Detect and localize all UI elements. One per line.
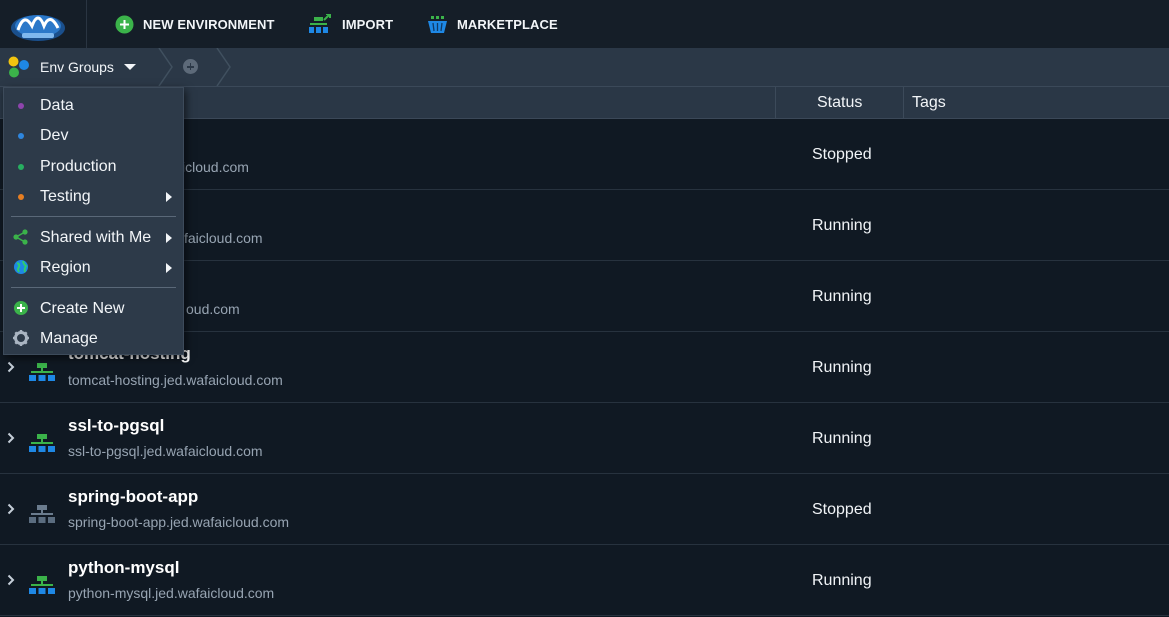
plus-circle-icon xyxy=(115,15,134,33)
cloud-logo-icon[interactable] xyxy=(8,4,68,44)
menu-item-data[interactable]: Data xyxy=(4,91,183,119)
env-groups-label: Env Groups xyxy=(40,59,114,75)
menu-divider xyxy=(11,216,176,217)
menu-item-manage[interactable]: Manage xyxy=(4,324,183,352)
environment-topology-icon xyxy=(29,434,55,452)
environment-status: Running xyxy=(812,359,872,376)
column-divider xyxy=(775,87,776,118)
plus-circle-icon xyxy=(14,301,28,315)
menu-item-label: Region xyxy=(40,259,91,276)
menu-item-label: Data xyxy=(40,97,74,114)
environment-name[interactable]: ssl-to-pgsql xyxy=(68,416,164,436)
menu-item-label: Production xyxy=(40,158,117,175)
env-groups-breadcrumb: Env Groups xyxy=(0,48,1169,87)
menu-item-label: Manage xyxy=(40,330,98,347)
marketplace-button[interactable]: MARKETPLACE xyxy=(427,14,558,34)
menu-item-testing[interactable]: Testing xyxy=(4,182,183,210)
caret-down-icon xyxy=(123,64,136,70)
submenu-arrow-icon xyxy=(166,192,172,202)
environment-topology-icon xyxy=(29,576,55,594)
share-icon xyxy=(13,229,28,245)
expand-chevron-icon[interactable] xyxy=(7,503,15,515)
environment-name[interactable]: python-mysql xyxy=(68,558,179,578)
top-toolbar: NEW ENVIRONMENT IMPORT MARKETPLACE xyxy=(0,0,1169,49)
environment-domain[interactable]: python-mysql.jed.wafaicloud.com xyxy=(68,585,274,601)
menu-item-dev[interactable]: Dev xyxy=(4,121,183,149)
basket-icon xyxy=(428,15,447,33)
menu-item-label: Dev xyxy=(40,127,69,144)
breadcrumb-chevron-icon xyxy=(158,48,173,86)
menu-item-label: Testing xyxy=(40,188,91,205)
group-color-dot xyxy=(18,164,24,170)
column-divider xyxy=(903,87,904,118)
submenu-arrow-icon xyxy=(166,233,172,243)
environment-status: Running xyxy=(812,288,872,305)
gear-icon xyxy=(13,330,29,346)
environment-domain[interactable]: icloud.com xyxy=(182,159,249,175)
menu-divider xyxy=(11,287,176,288)
menu-item-region[interactable]: Region xyxy=(4,253,183,281)
env-groups-menu: Data Dev Production Testing Shared with … xyxy=(3,87,184,355)
new-environment-label: NEW ENVIRONMENT xyxy=(143,16,275,32)
environment-status: Running xyxy=(812,217,872,234)
menu-item-production[interactable]: Production xyxy=(4,152,183,180)
menu-item-shared-with-me[interactable]: Shared with Me xyxy=(4,223,183,251)
environment-status: Stopped xyxy=(812,501,872,518)
import-topology-icon xyxy=(309,14,331,33)
environment-domain[interactable]: faicloud.com xyxy=(184,230,263,246)
env-groups-icon xyxy=(8,56,29,78)
status-column-header[interactable]: Status xyxy=(817,94,862,112)
environment-status: Stopped xyxy=(812,146,872,163)
tags-column-header[interactable]: Tags xyxy=(912,94,946,112)
breadcrumb-chevron-icon xyxy=(216,48,231,86)
globe-icon xyxy=(14,260,28,274)
table-row[interactable]: ssl-to-pgsql ssl-to-pgsql.jed.wafaicloud… xyxy=(0,403,1169,474)
group-color-dot xyxy=(18,103,24,109)
toolbar-separator xyxy=(86,0,87,48)
submenu-arrow-icon xyxy=(166,263,172,273)
new-environment-button[interactable]: NEW ENVIRONMENT xyxy=(115,14,275,34)
menu-item-label: Shared with Me xyxy=(40,229,152,246)
environment-domain[interactable]: spring-boot-app.jed.wafaicloud.com xyxy=(68,514,289,530)
environment-status: Running xyxy=(812,430,872,447)
expand-chevron-icon[interactable] xyxy=(7,432,15,444)
expand-chevron-icon[interactable] xyxy=(7,574,15,586)
group-color-dot xyxy=(18,194,24,200)
menu-item-label: Create New xyxy=(40,300,125,317)
menu-item-create-new[interactable]: Create New xyxy=(4,294,183,322)
environment-domain[interactable]: oud.com xyxy=(186,301,240,317)
marketplace-label: MARKETPLACE xyxy=(457,16,558,32)
table-row[interactable]: spring-boot-app spring-boot-app.jed.wafa… xyxy=(0,474,1169,545)
expand-chevron-icon[interactable] xyxy=(7,361,15,373)
environment-domain[interactable]: tomcat-hosting.jed.wafaicloud.com xyxy=(68,372,283,388)
import-button[interactable]: IMPORT xyxy=(308,14,393,34)
import-label: IMPORT xyxy=(342,16,394,32)
environment-topology-icon xyxy=(29,505,55,523)
environment-name[interactable]: spring-boot-app xyxy=(68,487,198,507)
environment-status: Running xyxy=(812,572,872,589)
environment-domain[interactable]: ssl-to-pgsql.jed.wafaicloud.com xyxy=(68,443,263,459)
add-group-button[interactable] xyxy=(183,59,198,74)
environment-topology-icon xyxy=(29,363,55,381)
env-groups-dropdown[interactable]: Env Groups xyxy=(0,48,136,86)
table-row[interactable]: python-mysql python-mysql.jed.wafaicloud… xyxy=(0,545,1169,616)
group-color-dot xyxy=(18,133,24,139)
